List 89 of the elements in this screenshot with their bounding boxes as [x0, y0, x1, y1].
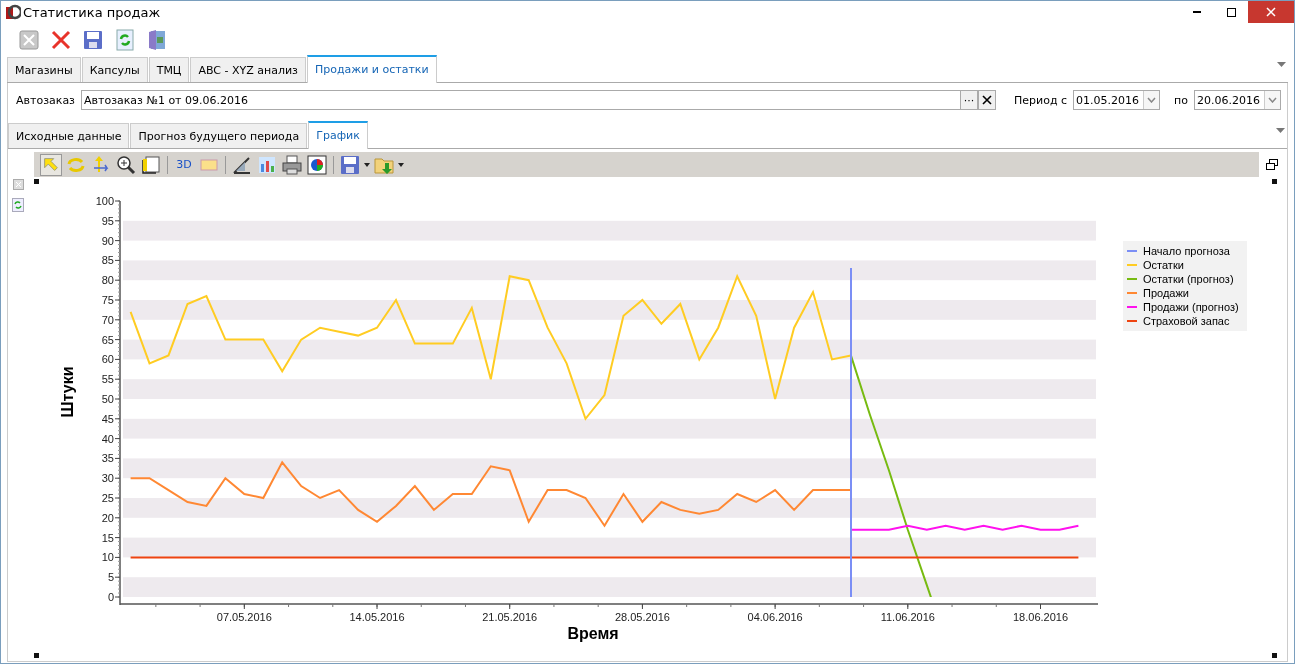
caret-icon[interactable]: [398, 162, 404, 167]
restore-window-icon: [1266, 158, 1278, 171]
delete-icon: [50, 29, 72, 51]
y-tick-label: 50: [101, 393, 114, 405]
x-tick-label: 18.06.2016: [1012, 611, 1069, 623]
caret-icon[interactable]: [364, 162, 370, 167]
zoom-button[interactable]: [115, 153, 137, 176]
tab[interactable]: Продажи и остатки: [306, 55, 437, 83]
resize-handle[interactable]: [1272, 653, 1277, 658]
y-tick-label: 25: [101, 492, 114, 504]
frame-icon: [140, 153, 162, 176]
frame-button[interactable]: [140, 153, 162, 176]
dropdown-button[interactable]: [1264, 91, 1280, 109]
date-picker[interactable]: 20.06.2016: [1194, 90, 1281, 110]
floppy-disk-button[interactable]: [339, 153, 361, 176]
autozakaz-field[interactable]: Автозаказ №1 от 09.06.2016: [81, 90, 962, 110]
y-tick-label: 60: [101, 353, 114, 366]
cancel-icon: [18, 29, 40, 51]
legend-label: Остатки (прогноз): [1143, 273, 1234, 285]
y-tick-label: 10: [101, 551, 114, 564]
close-icon: [982, 95, 993, 105]
tab[interactable]: Исходные данные: [8, 123, 130, 148]
tab[interactable]: Капсулы: [81, 57, 148, 82]
y-tick-label: 80: [101, 274, 114, 287]
3d-button[interactable]: 3D: [173, 153, 195, 176]
legend-label: Продажи (прогноз): [1143, 301, 1239, 313]
tab[interactable]: ABC - XYZ анализ: [190, 57, 306, 82]
refresh-icon: [12, 198, 24, 212]
chevron-down-icon: [1268, 97, 1277, 103]
window-title: Статистика продаж: [23, 4, 161, 20]
legend-label: Страховой запас: [1143, 315, 1230, 327]
y-tick-label: 15: [101, 531, 114, 544]
y-tick-label: 45: [101, 412, 114, 425]
period-to-label: по: [1174, 93, 1188, 107]
browse-button[interactable]: ···: [960, 90, 979, 110]
period-from-label: Период с: [1014, 93, 1068, 107]
palette-button[interactable]: [306, 153, 328, 176]
tab[interactable]: Прогноз будущего периода: [130, 123, 308, 148]
y-tick-label: 40: [101, 432, 114, 445]
y-tick-label: 20: [101, 511, 114, 524]
y-tick-label: 85: [101, 254, 114, 267]
door-icon: [146, 29, 168, 51]
resize-handle[interactable]: [34, 179, 39, 184]
x-tick-label: 14.05.2016: [349, 611, 405, 623]
legend-label: Продажи: [1143, 287, 1189, 299]
y-tick-label: 95: [101, 214, 114, 227]
dropdown-button[interactable]: [1143, 91, 1160, 109]
y-tick-label: 5: [107, 571, 114, 584]
y-tick-label: 0: [107, 591, 114, 603]
maximize-icon: [1226, 7, 1236, 17]
zoom-icon: [115, 153, 137, 176]
resize-handle[interactable]: [34, 653, 39, 658]
restore-button[interactable]: [1259, 152, 1285, 177]
close-icon: [1266, 7, 1276, 17]
y-tick-label: 35: [101, 452, 114, 465]
x-tick-label: 04.06.2016: [747, 611, 803, 623]
app-logo-icon: [5, 4, 21, 20]
x-tick-label: 07.05.2016: [216, 611, 272, 623]
y-axis-title: Штуки: [59, 366, 76, 418]
autozakaz-label: Автозаказ: [16, 93, 75, 107]
minimize-icon: [1193, 11, 1201, 13]
clear-button[interactable]: [978, 90, 997, 110]
y-tick-label: 30: [101, 472, 114, 485]
y-tick-label: 100: [95, 195, 114, 207]
dropdown-arrow-icon[interactable]: [1276, 128, 1285, 134]
tab[interactable]: ТМЦ: [148, 57, 190, 82]
legend-label: Начало прогноза: [1143, 245, 1230, 257]
arrow-pointer-button[interactable]: [40, 153, 62, 176]
dropdown-arrow-icon[interactable]: [1277, 62, 1286, 68]
tab[interactable]: График: [308, 121, 368, 149]
y-tick-label: 75: [101, 294, 114, 306]
printer-button[interactable]: [281, 153, 303, 176]
date-picker[interactable]: 01.05.2016: [1073, 90, 1161, 110]
tab[interactable]: Магазины: [7, 57, 81, 82]
y-tick-label: 70: [101, 313, 114, 326]
palette-icon: [306, 153, 328, 176]
resize-handle[interactable]: [1272, 179, 1277, 184]
x-axis-title: Время: [567, 625, 619, 642]
y-tick-label: 55: [101, 373, 114, 386]
y-tick-label: 90: [101, 234, 114, 247]
legend-label: Остатки: [1143, 259, 1184, 271]
printer-icon: [281, 153, 303, 176]
x-tick-label: 11.06.2016: [880, 611, 935, 623]
x-tick-label: 28.05.2016: [614, 611, 670, 623]
x-tick-label: 21.05.2016: [482, 611, 538, 623]
chevron-down-icon: [1147, 97, 1157, 103]
refresh-icon: [114, 29, 136, 51]
y-tick-label: 65: [101, 333, 114, 346]
close-icon: [12, 179, 24, 190]
